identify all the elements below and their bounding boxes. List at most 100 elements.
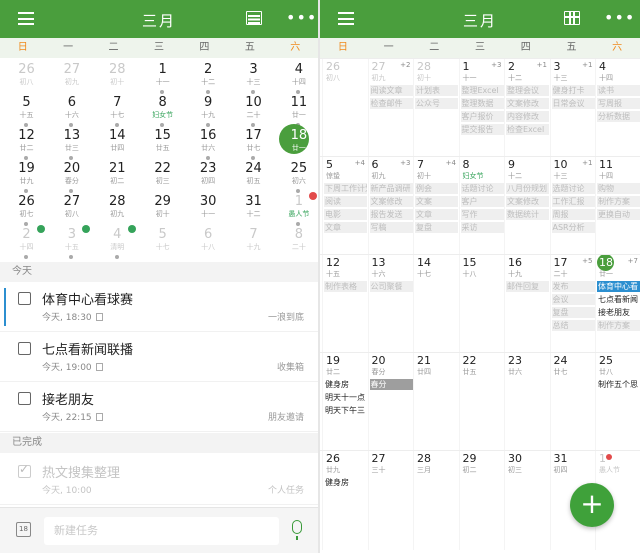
day-cell[interactable]: 3 十三 [231, 62, 276, 94]
event-chip[interactable]: 读书 [597, 85, 640, 96]
event-chip[interactable]: 电影 [324, 209, 367, 220]
event-chip[interactable]: 计划表 [415, 85, 458, 96]
day-cell[interactable]: 27 初九 +2 阅读文章 检查邮件 [367, 59, 413, 156]
event-chip[interactable]: 话题讨论 [460, 183, 504, 194]
day-cell[interactable]: 11 十四 购物 制作方案 更换自动 [595, 157, 640, 254]
day-cell[interactable]: 2 十四 [4, 225, 49, 259]
day-cell[interactable]: 26 初八 [4, 62, 49, 94]
event-chip[interactable]: 下周工作计划 [324, 183, 367, 194]
day-cell[interactable]: 27 三十 [367, 451, 413, 550]
day-cell[interactable]: 27 初九 [49, 62, 94, 94]
completed-task-item[interactable]: 热文搜集整理今天, 10:00 个人任务 [0, 455, 318, 505]
event-chip[interactable]: 整理数据 [460, 98, 504, 109]
day-cell[interactable]: 4 清明 [95, 225, 140, 259]
day-cell[interactable]: 28 初九 [95, 194, 140, 226]
event-chip[interactable]: 公司聚餐 [369, 281, 413, 292]
day-cell-today[interactable]: 18 廿一 +7 体育中心看 七点看新闻 接老朋友 制作方案 [595, 255, 640, 352]
day-cell[interactable]: 6 初九 +3 新产品调研 文案修改 报告发送 写稿 [367, 157, 413, 254]
day-cell[interactable]: 2 十二 +1 整理会议 文案修改 内容修改 检查Excel [504, 59, 549, 156]
new-task-input[interactable]: 新建任务 [44, 517, 279, 545]
day-cell[interactable]: 31 十二 [231, 194, 276, 226]
day-cell[interactable]: 9 十二 八月份规划 文案修改 数据统计 [504, 157, 549, 254]
event-chip[interactable]: 制作五个思 [597, 379, 640, 390]
day-cell[interactable]: 9 十九 [186, 95, 231, 127]
day-cell[interactable]: 26 初七 [4, 194, 49, 226]
more-icon[interactable]: ••• [604, 8, 635, 27]
day-cell[interactable]: 8 二十 [276, 227, 318, 259]
event-chip[interactable]: 复盘 [551, 307, 595, 318]
day-cell[interactable]: 1 愚人节 [276, 192, 318, 226]
event-chip[interactable]: 检查邮件 [369, 98, 413, 109]
day-cell[interactable]: 25 初六 [276, 161, 318, 193]
event-chip[interactable]: 公众号 [415, 98, 458, 109]
event-chip[interactable]: 例会 [415, 183, 458, 194]
day-cell[interactable]: 3 十五 [49, 225, 94, 259]
event-chip[interactable]: 阅读文章 [369, 85, 413, 96]
day-cell[interactable]: 3 十三 +1 健身打卡 日常会议 [549, 59, 595, 156]
day-cell[interactable]: 5 十五 [4, 95, 49, 127]
event-chip[interactable]: 制作方案 [597, 320, 640, 331]
event-chip[interactable]: 文章 [324, 222, 367, 233]
event-chip[interactable]: 整理Excel [460, 85, 504, 96]
day-cell[interactable]: 6 十六 [49, 95, 94, 127]
event-chip[interactable]: 明天十一点 [324, 392, 367, 403]
day-cell[interactable]: 5 十七 [140, 227, 185, 259]
day-cell[interactable]: 26 初八 [322, 59, 367, 156]
event-chip[interactable]: 明天下午三 [324, 405, 367, 416]
day-cell[interactable]: 8 妇女节 [140, 95, 185, 127]
event-chip[interactable]: 写稿 [369, 222, 413, 233]
day-cell[interactable]: 15 十八 [458, 255, 504, 352]
event-chip[interactable]: 周报 [551, 209, 595, 220]
event-chip[interactable]: 发布 [551, 281, 595, 292]
day-cell[interactable]: 21 廿四 [413, 353, 458, 450]
day-cell[interactable]: 21 初二 [95, 161, 140, 193]
task-checkbox[interactable] [18, 292, 31, 305]
event-chip[interactable]: 分析数据 [597, 111, 640, 122]
task-item[interactable]: 体育中心看球赛 今天, 18:30 一浪到底 [0, 282, 318, 332]
day-cell[interactable]: 20 春分 春分 [367, 353, 413, 450]
event-chip[interactable]: 写周报 [597, 98, 640, 109]
day-cell[interactable]: 24 廿七 [549, 353, 595, 450]
day-cell[interactable]: 16 廿六 [186, 128, 231, 160]
day-cell[interactable]: 15 廿五 [140, 128, 185, 160]
event-chip[interactable]: 文章 [415, 209, 458, 220]
day-cell[interactable]: 24 初五 [231, 161, 276, 193]
event-chip[interactable]: 春分 [369, 379, 413, 390]
day-cell[interactable]: 2 十二 [186, 62, 231, 94]
day-cell[interactable]: 1 十一 +3 整理Excel 整理数据 客户报价 提交报告 [458, 59, 504, 156]
add-task-button[interactable]: + [570, 483, 614, 527]
day-cell[interactable]: 19 廿九 [4, 161, 49, 193]
day-cell[interactable]: 22 初三 [140, 161, 185, 193]
day-cell[interactable]: 7 十七 [95, 95, 140, 127]
day-cell[interactable]: 11 廿一 [276, 95, 318, 127]
task-item[interactable]: 七点看新闻联播 今天, 19:00 收集箱 [0, 332, 318, 382]
day-cell[interactable]: 1 十一 [140, 62, 185, 94]
event-chip[interactable]: 体育中心看 [597, 281, 640, 292]
day-cell[interactable]: 14 十七 [413, 255, 458, 352]
event-chip[interactable]: 内容修改 [506, 111, 549, 122]
event-chip[interactable]: 写作 [460, 209, 504, 220]
event-chip[interactable]: 会议 [551, 294, 595, 305]
day-cell[interactable]: 30 十一 [186, 194, 231, 226]
event-chip[interactable]: 阅读 [324, 196, 367, 207]
list-view-icon[interactable] [246, 11, 262, 25]
day-cell[interactable]: 12 十五 制作表格 [322, 255, 367, 352]
day-cell[interactable]: 7 初十 +4 例会 文案 文章 复盘 [413, 157, 458, 254]
event-chip[interactable]: 数据统计 [506, 209, 549, 220]
day-cell[interactable]: 25 廿八 制作五个思 [595, 353, 640, 450]
microphone-icon[interactable] [292, 520, 302, 540]
day-cell[interactable]: 17 廿七 [231, 128, 276, 160]
day-cell[interactable]: 4 十四 读书 写周报 分析数据 [595, 59, 640, 156]
event-chip[interactable]: 整理会议 [506, 85, 549, 96]
event-chip[interactable]: 报告发送 [369, 209, 413, 220]
calendar-icon[interactable]: 18 [16, 522, 31, 537]
day-cell[interactable]: 29 初十 [140, 194, 185, 226]
event-chip[interactable]: 复盘 [415, 222, 458, 233]
event-chip[interactable]: 客户报价 [460, 111, 504, 122]
day-cell[interactable]: 20 春分 [49, 161, 94, 193]
day-cell[interactable]: 23 初四 [186, 161, 231, 193]
event-chip[interactable]: 文案修改 [369, 196, 413, 207]
event-chip[interactable]: 八月份规划 [506, 183, 549, 194]
task-checkbox-checked[interactable] [18, 462, 31, 478]
event-chip[interactable]: 健身房 [324, 477, 367, 488]
